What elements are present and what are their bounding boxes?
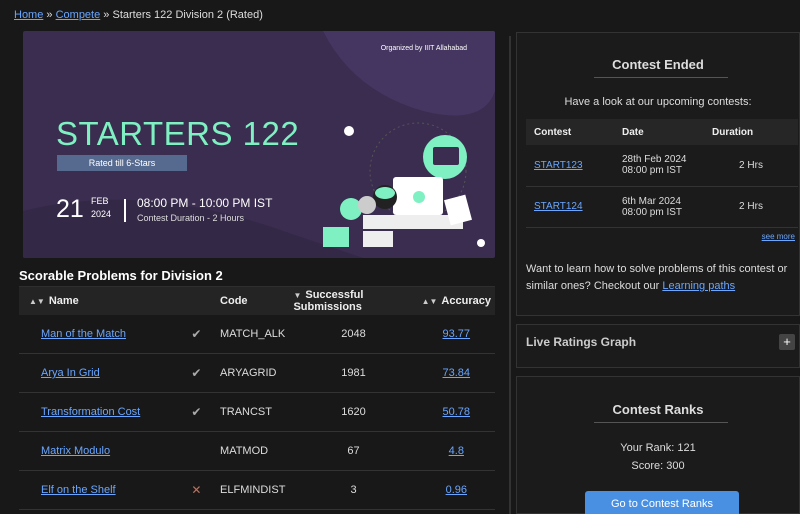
expand-icon[interactable]: + xyxy=(779,334,795,350)
contest-duration: 2 Hrs xyxy=(704,186,798,228)
learning-note-text: Want to learn how to solve problems of t… xyxy=(526,263,788,292)
learning-note: Want to learn how to solve problems of t… xyxy=(526,261,796,295)
coder-illustration xyxy=(323,135,472,247)
contest-ranks-title: Contest Ranks xyxy=(612,402,704,417)
contest-date-day: 6th Mar 2024 xyxy=(622,195,681,207)
header-subs-label: Successful Submissions xyxy=(293,288,364,313)
banner-rated-badge: Rated till 6-Stars xyxy=(57,155,187,171)
problem-submissions: 1620 xyxy=(289,392,418,432)
banner-separator xyxy=(124,199,126,222)
banner-title: STARTERS 122 xyxy=(56,115,300,152)
live-ratings-card[interactable]: Live Ratings Graph + xyxy=(516,324,800,368)
sort-icon: ▲▼ xyxy=(421,296,438,306)
problem-code: ARYAGRID xyxy=(216,353,290,393)
sort-icon: ▲▼ xyxy=(29,296,45,306)
banner-year: 2024 xyxy=(91,209,112,219)
upcoming-table: Contest Date Duration START123 28th Feb … xyxy=(526,119,798,228)
problems-section-title: Scorable Problems for Division 2 xyxy=(19,268,223,283)
table-row: START123 28th Feb 2024 08:00 pm IST 2 Hrs xyxy=(526,145,798,187)
table-row: Arya In Grid ✔ ARYAGRID 1981 73.84 xyxy=(19,353,495,393)
problem-code: MATMOD xyxy=(216,431,290,471)
problem-code: ELFMINDIST xyxy=(216,470,290,510)
breadcrumb-separator: » xyxy=(46,9,53,21)
problem-link[interactable]: Elf on the Shelf xyxy=(41,484,116,496)
accuracy-link[interactable]: 0.96 xyxy=(446,484,467,496)
header-contest: Contest xyxy=(526,119,614,145)
problem-submissions: 67 xyxy=(289,431,418,471)
see-more-link[interactable]: see more xyxy=(762,232,795,241)
header-name-label: Name xyxy=(48,294,79,307)
problem-code: MATCH_ALK xyxy=(216,314,290,354)
contest-link[interactable]: START124 xyxy=(534,201,583,212)
sort-down-icon: ▼ xyxy=(293,290,302,300)
go-to-ranks-button[interactable]: Go to Contest Ranks xyxy=(585,491,739,514)
header-code-label: Code xyxy=(220,294,248,307)
title-underline xyxy=(594,77,728,78)
accuracy-link[interactable]: 50.78 xyxy=(443,406,471,418)
problem-link[interactable]: Transformation Cost xyxy=(41,406,140,418)
upcoming-note: Have a look at our upcoming contests: xyxy=(564,96,752,108)
banner-organizer: Organized by IIIT Allahabad xyxy=(380,45,467,52)
breadcrumb-current: Starters 122 Division 2 (Rated) xyxy=(112,9,263,21)
problem-submissions: 2048 xyxy=(289,314,418,354)
contest-duration: 2 Hrs xyxy=(704,145,798,187)
banner-time: 08:00 PM - 10:00 PM IST xyxy=(137,196,273,210)
problem-link[interactable]: Man of the Match xyxy=(41,328,126,340)
table-row: START124 6th Mar 2024 08:00 pm IST 2 Hrs xyxy=(526,186,798,228)
problem-submissions: 1981 xyxy=(289,353,418,393)
learning-paths-link[interactable]: Learning paths xyxy=(662,280,735,292)
header-duration: Duration xyxy=(704,119,798,145)
contest-date-time: 08:00 pm IST xyxy=(622,165,683,177)
table-row: Transformation Cost ✔ TRANCST 1620 50.78 xyxy=(19,392,495,432)
check-icon: ✔ xyxy=(191,366,202,380)
contest-ended-card: Contest Ended Have a look at our upcomin… xyxy=(516,32,800,316)
table-row: Matrix Modulo MATMOD 67 4.8 xyxy=(19,431,495,471)
contest-date: 6th Mar 2024 08:00 pm IST xyxy=(614,186,704,228)
header-acc[interactable]: ▲▼ Accuracy xyxy=(417,286,495,315)
accuracy-link[interactable]: 93.77 xyxy=(443,328,471,340)
header-code[interactable]: Code xyxy=(216,286,290,315)
header-name[interactable]: ▲▼ Name xyxy=(19,286,177,315)
contest-date: 28th Feb 2024 08:00 pm IST xyxy=(614,145,704,187)
breadcrumb-separator: » xyxy=(103,9,110,21)
contest-link[interactable]: START123 xyxy=(534,160,583,171)
column-divider xyxy=(509,36,511,514)
contest-date-time: 08:00 pm IST xyxy=(622,206,683,218)
header-mark xyxy=(176,286,217,315)
cross-icon: ✕ xyxy=(191,483,202,497)
contest-banner: Organized by IIIT Allahabad STARTERS 122… xyxy=(23,31,495,258)
banner-day: 21 xyxy=(56,195,84,223)
problem-link[interactable]: Matrix Modulo xyxy=(41,445,110,457)
table-row: Elf on the Shelf ✕ ELFMINDIST 3 0.96 xyxy=(19,470,495,510)
breadcrumb-compete-link[interactable]: Compete xyxy=(56,9,101,21)
contest-ended-title: Contest Ended xyxy=(612,57,704,72)
table-row: Man of the Match ✔ MATCH_ALK 2048 93.77 xyxy=(19,314,495,354)
live-ratings-title: Live Ratings Graph xyxy=(526,335,637,349)
breadcrumb: Home » Compete » Starters 122 Division 2… xyxy=(14,9,263,21)
banner-duration: Contest Duration - 2 Hours xyxy=(137,213,245,223)
problem-submissions: 3 xyxy=(289,470,418,510)
problems-table: ▲▼ Name Code ▼ Successful Submissions ▲▼ Ac… xyxy=(19,286,495,510)
your-score: Score: 300 xyxy=(631,460,685,472)
header-subs[interactable]: ▼ Successful Submissions xyxy=(289,286,418,315)
your-rank: Your Rank: 121 xyxy=(620,442,696,454)
problem-code: TRANCST xyxy=(216,392,290,432)
accuracy-link[interactable]: 73.84 xyxy=(443,367,471,379)
header-acc-label: Accuracy xyxy=(441,294,491,307)
title-underline xyxy=(594,422,728,423)
check-icon: ✔ xyxy=(191,326,202,341)
breadcrumb-home-link[interactable]: Home xyxy=(14,9,43,21)
contest-ranks-card: Contest Ranks Your Rank: 121 Score: 300 … xyxy=(516,376,800,514)
banner-month: FEB xyxy=(91,196,109,206)
problem-link[interactable]: Arya In Grid xyxy=(41,367,100,379)
check-icon: ✔ xyxy=(191,405,202,419)
contest-date-day: 28th Feb 2024 xyxy=(622,154,687,166)
header-date: Date xyxy=(614,119,704,145)
accuracy-link[interactable]: 4.8 xyxy=(449,445,464,457)
